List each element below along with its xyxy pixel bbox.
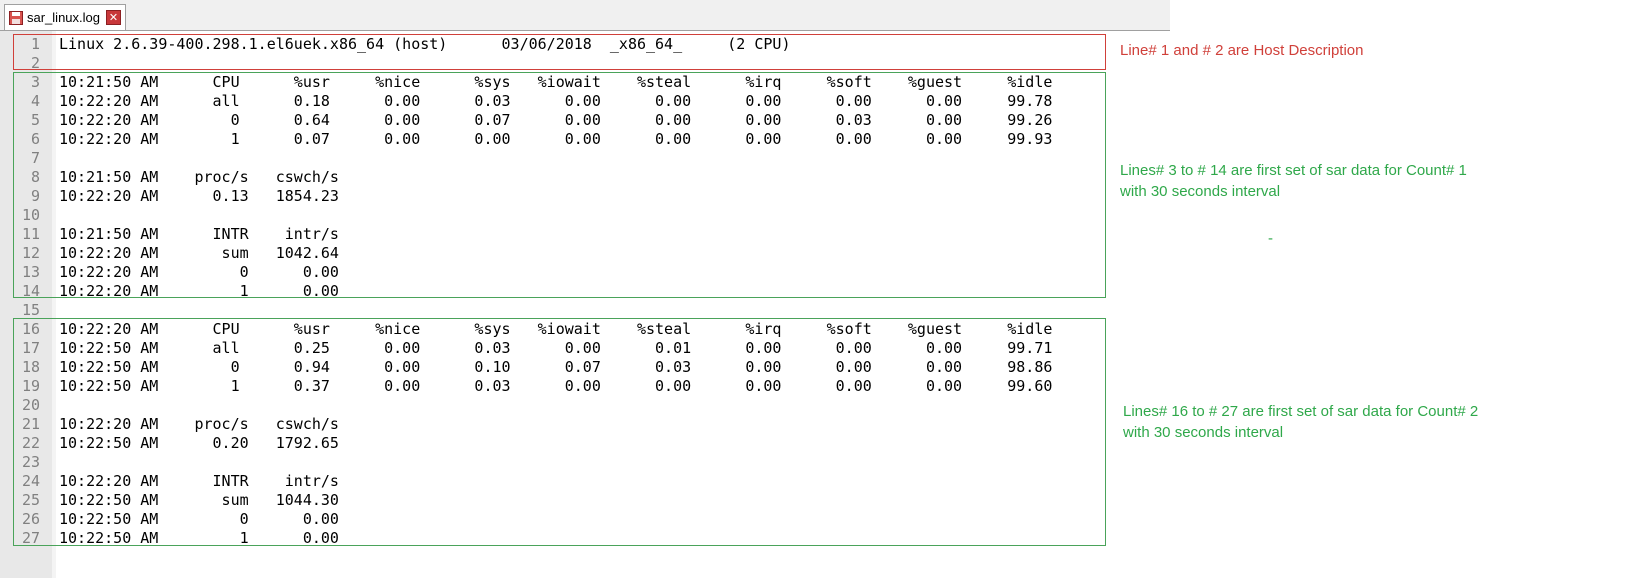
host-description-note: Line# 1 and # 2 are Host Description [1120,42,1364,59]
count2-data-box [13,318,1106,546]
tab-bar: sar_linux.log ✕ [0,0,1170,31]
count1-note-line1: Lines# 3 to # 14 are first set of sar da… [1120,162,1467,179]
host-description-box [13,34,1106,70]
count2-note-line1: Lines# 16 to # 27 are first set of sar d… [1123,403,1479,420]
floppy-disk-icon [9,10,23,25]
dash-mark: - [1268,230,1273,247]
close-icon[interactable]: ✕ [106,10,121,25]
line-number: 15 [21,301,40,319]
count2-note-line2: with 30 seconds interval [1123,424,1284,441]
tab-sar-linux-log[interactable]: sar_linux.log ✕ [4,4,126,30]
editor-line[interactable]: 15 [0,300,1170,320]
count1-note-line2: with 30 seconds interval [1120,183,1281,200]
tab-label: sar_linux.log [27,10,100,25]
count1-data-box [13,72,1106,298]
